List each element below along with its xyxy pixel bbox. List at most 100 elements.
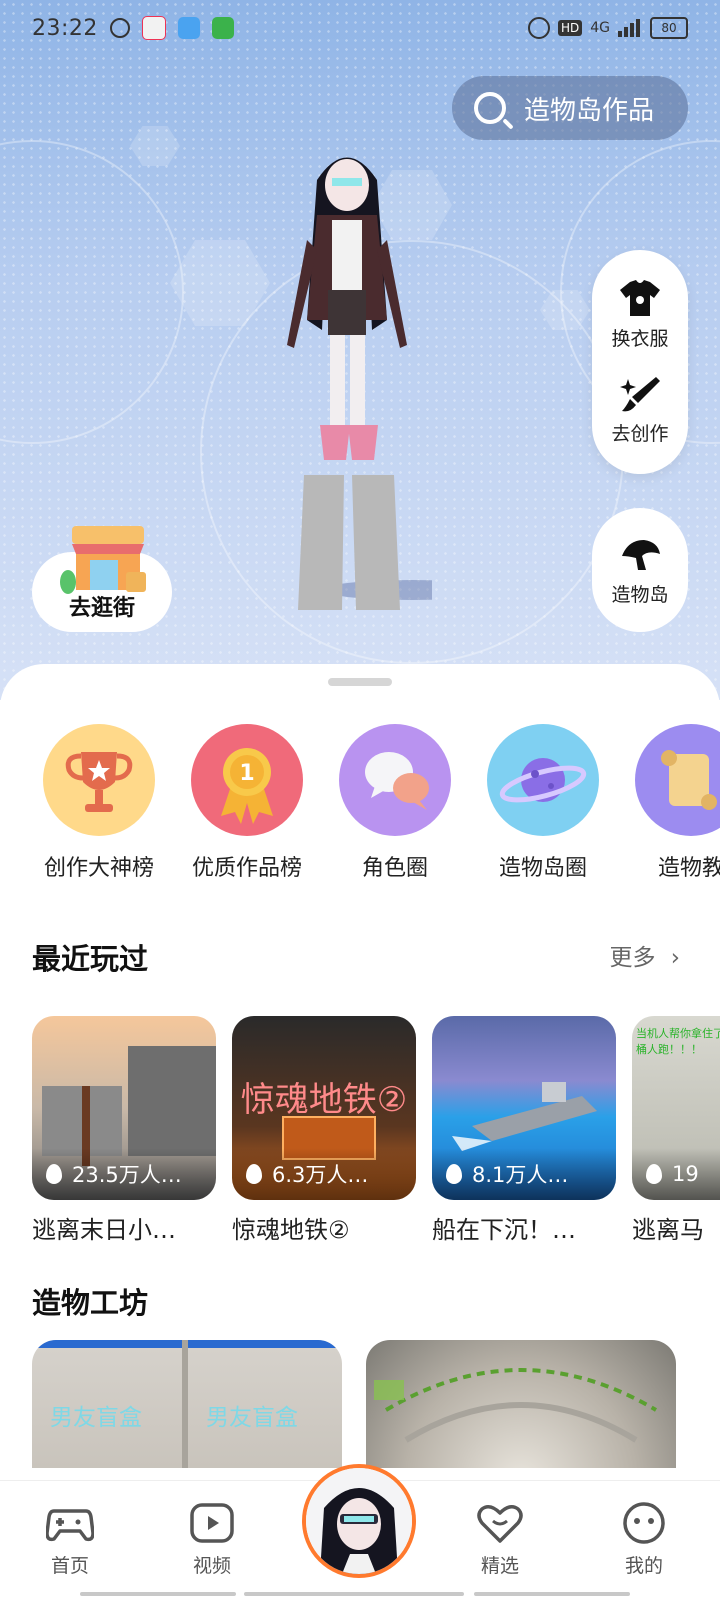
app-browser-icon — [177, 17, 200, 39]
more-label: 更多 — [609, 945, 656, 971]
play-count: 19 — [632, 1148, 720, 1200]
play-count: 23.5万人… — [32, 1148, 216, 1200]
search-button[interactable]: 造物岛作品 — [452, 76, 688, 140]
magic-brush-icon — [619, 377, 660, 412]
category-row: 创作大神榜 1 优质作品榜 角色圈 造物岛圈 造物教 — [0, 724, 720, 884]
island-icon — [622, 539, 660, 570]
gesture-bar — [474, 1592, 630, 1596]
game-name: 逃离末日小… — [32, 1216, 176, 1244]
category-label: 造物岛圈 — [498, 856, 587, 881]
flame-icon — [246, 1164, 262, 1184]
recent-item[interactable]: 当机人帮你拿住了马桶人跑！！！ 19 逃离马 — [632, 1016, 720, 1245]
tab-home[interactable]: 首页 — [20, 1501, 120, 1578]
flame-icon — [46, 1164, 62, 1184]
tab-home-label: 首页 — [50, 1555, 89, 1577]
bottom-sheet: 创作大神榜 1 优质作品榜 角色圈 造物岛圈 造物教 最近玩过 更多 › 23.… — [0, 664, 720, 1600]
island-label: 造物岛 — [611, 583, 669, 606]
category-role-circle[interactable]: 角色圈 — [320, 724, 470, 882]
game-thumbnail: 23.5万人… — [32, 1016, 216, 1200]
island-button[interactable]: 造物岛 — [592, 508, 688, 632]
recent-item[interactable]: 23.5万人… 逃离末日小… — [32, 1016, 216, 1245]
alarm-icon — [527, 17, 550, 39]
recent-item[interactable]: 8.1万人… 船在下沉！… — [432, 1016, 616, 1245]
video-play-icon — [190, 1503, 234, 1543]
game-name: 逃离马 — [632, 1216, 704, 1244]
create-label: 去创作 — [611, 423, 669, 445]
tshirt-icon — [619, 280, 660, 316]
category-quality-rank[interactable]: 1 优质作品榜 — [172, 724, 322, 882]
svg-text:1: 1 — [239, 761, 254, 786]
status-time: 23:22 — [32, 15, 98, 41]
category-label: 优质作品榜 — [191, 856, 302, 881]
play-count-label: 19 — [672, 1162, 699, 1186]
recent-list: 23.5万人… 逃离末日小… 惊魂地铁② 6.3万人… 惊魂地铁② 8.1万人…… — [32, 1016, 720, 1246]
status-right: HD 4G 80 — [527, 17, 688, 39]
workshop-item[interactable] — [366, 1340, 676, 1468]
network-label: 4G — [590, 20, 610, 36]
play-count: 6.3万人… — [232, 1148, 416, 1200]
flame-icon — [446, 1164, 462, 1184]
medal-icon: 1 — [191, 724, 303, 836]
hd-icon: HD — [557, 20, 583, 36]
thumbnail-text: 当机人帮你拿住了马桶人跑！！！ — [636, 1027, 720, 1056]
status-bar: 23:22 HD 4G 80 — [0, 0, 720, 56]
avatar-character[interactable] — [262, 140, 432, 620]
play-count: 8.1万人… — [432, 1148, 616, 1200]
side-actions: 换衣服 去创作 — [592, 250, 688, 474]
chevron-right-icon: › — [670, 945, 680, 971]
stroll-button[interactable]: 去逛街 — [32, 526, 172, 632]
thumbnail-text: 男友盲盒 — [50, 1405, 142, 1431]
category-label: 创作大神榜 — [43, 856, 154, 881]
play-count-label: 8.1万人… — [472, 1163, 569, 1187]
app-video-icon — [211, 17, 234, 39]
signal-icon — [618, 19, 640, 37]
thumbnail-text: 惊魂地铁② — [240, 1080, 408, 1120]
category-creator-rank[interactable]: 创作大神榜 — [24, 724, 174, 882]
tab-video-label: 视频 — [192, 1555, 231, 1577]
game-thumbnail: 8.1万人… — [432, 1016, 616, 1200]
shop-icon — [60, 526, 146, 594]
tab-featured-label: 精选 — [480, 1555, 519, 1577]
tab-mine-label: 我的 — [624, 1555, 663, 1577]
app-k-icon — [109, 18, 130, 38]
planet-icon — [487, 724, 599, 836]
thumbnail-text: 男友盲盒 — [206, 1405, 298, 1431]
create-button[interactable]: 去创作 — [611, 373, 669, 446]
workshop-item[interactable]: 男友盲盒 男友盲盒 — [32, 1340, 342, 1468]
game-name: 惊魂地铁② — [232, 1216, 350, 1244]
recent-item[interactable]: 惊魂地铁② 6.3万人… 惊魂地铁② — [232, 1016, 416, 1245]
app-100-icon — [141, 16, 166, 40]
workshop-title: 造物工坊 — [32, 1286, 149, 1320]
game-thumbnail: 当机人帮你拿住了马桶人跑！！！ 19 — [632, 1016, 720, 1200]
game-thumbnail: 惊魂地铁② 6.3万人… — [232, 1016, 416, 1200]
play-count-label: 23.5万人… — [72, 1163, 182, 1187]
change-outfit-label: 换衣服 — [611, 328, 669, 350]
category-tutorial[interactable]: 造物教 — [616, 724, 720, 882]
game-name: 船在下沉！… — [432, 1216, 576, 1244]
recent-title: 最近玩过 — [32, 942, 149, 976]
tab-featured[interactable]: 精选 — [450, 1501, 550, 1578]
gesture-bar — [80, 1592, 236, 1596]
search-icon — [474, 92, 506, 124]
category-island-circle[interactable]: 造物岛圈 — [468, 724, 618, 882]
battery-icon: 80 — [650, 17, 688, 39]
category-label: 造物教 — [657, 856, 720, 881]
scroll-icon — [635, 724, 720, 836]
more-link[interactable]: 更多 › — [609, 938, 680, 972]
tab-video[interactable]: 视频 — [162, 1501, 262, 1578]
sheet-handle[interactable] — [328, 678, 392, 686]
gesture-bar — [244, 1592, 464, 1596]
category-label: 角色圈 — [361, 856, 428, 881]
flame-icon — [646, 1164, 662, 1184]
gamepad-icon — [46, 1509, 94, 1542]
trophy-icon — [43, 724, 155, 836]
search-label: 造物岛作品 — [524, 95, 655, 126]
change-outfit-button[interactable]: 换衣服 — [611, 278, 669, 351]
heart-icon — [477, 1505, 523, 1543]
avatar — [306, 1468, 412, 1574]
chat-bubbles-icon — [339, 724, 451, 836]
smiley-icon — [623, 1502, 665, 1544]
tab-mine[interactable]: 我的 — [594, 1501, 694, 1578]
avatar-tab-button[interactable] — [302, 1464, 416, 1578]
stroll-label: 去逛街 — [68, 596, 135, 621]
